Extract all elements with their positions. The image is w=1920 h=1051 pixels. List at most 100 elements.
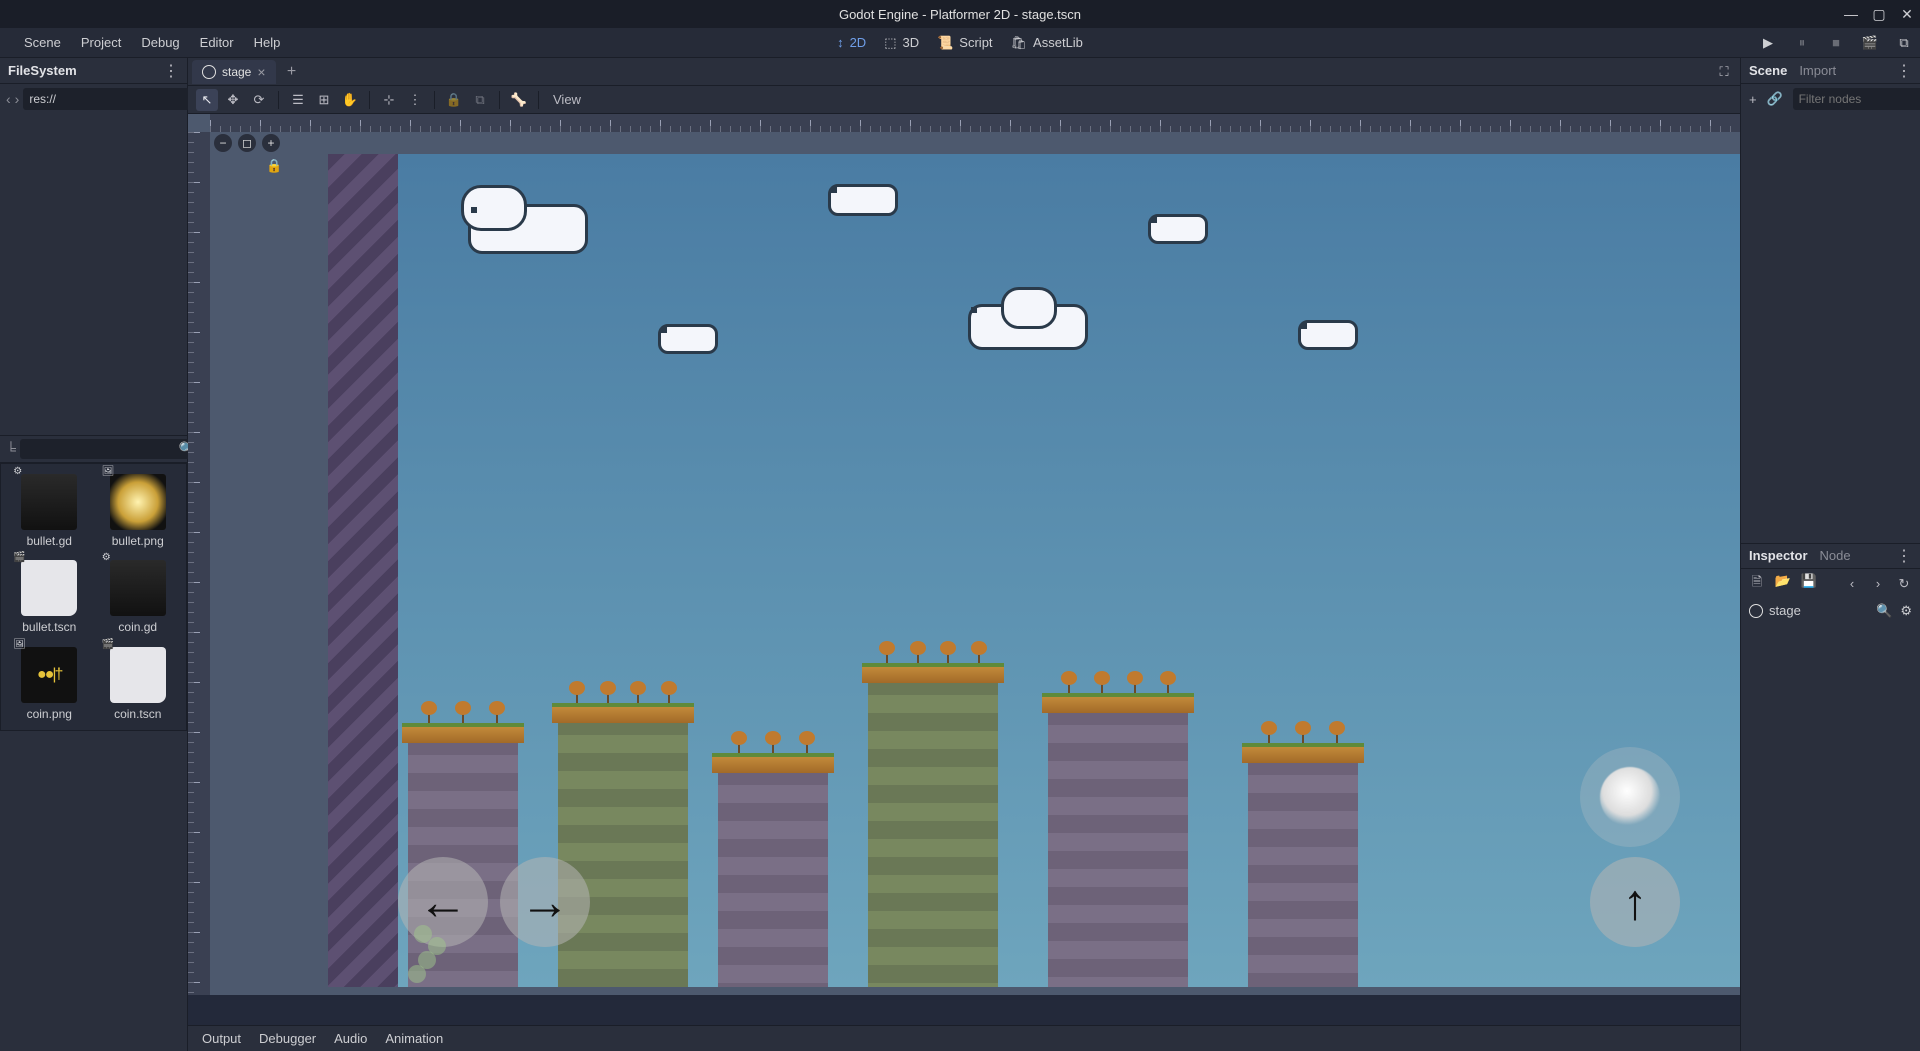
fs-forward-button[interactable]: › [15,90,20,108]
zoom-controls: − ◻ + [214,134,280,152]
workspace-2d-button[interactable]: ↕ 2D [837,35,866,50]
play-button[interactable]: ▶ [1760,35,1776,51]
bottom-tab-debugger[interactable]: Debugger [259,1031,316,1046]
play-custom-scene-button[interactable]: ⧉ [1896,35,1912,51]
snap2-icon[interactable]: ⊞ [313,89,335,111]
inspector-resource-new-icon[interactable]: 🗎 [1749,573,1765,595]
cloud-sprite [1298,320,1358,350]
inspector-dock-menu-icon[interactable]: ⋮ [1896,546,1912,566]
arrow-left-icon: ← [418,873,468,931]
cube-icon: ⬚ [884,35,896,51]
scene-dock-menu-icon[interactable]: ⋮ [1896,61,1912,81]
zoom-out-button[interactable]: − [214,134,232,152]
inspector-history-back-icon[interactable]: ‹ [1844,576,1860,592]
workspace-assetlib-button[interactable]: 🛍 AssetLib [1011,35,1083,51]
file-label: coin.tscn [114,707,161,721]
arrow-right-icon: → [520,873,570,931]
scene-tree[interactable] [1741,114,1920,543]
file-item[interactable]: 🎬 coin.tscn [96,643,181,724]
stop-button[interactable]: ■ [1828,35,1844,51]
menu-project[interactable]: Project [71,35,131,50]
node2d-icon [1749,604,1763,618]
view-menu-button[interactable]: View [547,92,587,107]
terrain-pillar [718,767,828,987]
window-minimize-button[interactable]: — [1844,7,1858,21]
import-dock-tab[interactable]: Import [1799,63,1836,78]
add-scene-tab-button[interactable]: + [280,63,304,81]
group-icon[interactable]: ⧉ [469,89,491,111]
bottom-tab-animation[interactable]: Animation [385,1031,443,1046]
node2d-icon [202,65,216,79]
inspector-resource-load-icon[interactable]: 📂 [1775,573,1791,595]
fs-back-button[interactable]: ‹ [6,90,11,108]
scene-tab-stage[interactable]: stage × [192,60,276,84]
filesystem-dock-menu-icon[interactable]: ⋮ [163,61,179,81]
pause-button[interactable]: ⏸ [1794,35,1810,51]
cloud-sprite [1148,214,1208,244]
bottom-tab-audio[interactable]: Audio [334,1031,367,1046]
inspector-tools-icon[interactable]: ⚙ [1900,603,1912,619]
inspector-history-icon[interactable]: ↻ [1896,576,1912,592]
instance-scene-button[interactable]: 🔗 [1767,91,1783,107]
ruler-tool-icon[interactable]: ⊹ [378,89,400,111]
scene-tab-bar: stage × + ⛶ [188,58,1740,86]
playtest-controls: ▶ ⏸ ■ 🎬 ⧉ [1760,35,1912,51]
window-close-button[interactable]: ✕ [1900,7,1914,21]
zoom-reset-button[interactable]: ◻ [238,134,256,152]
inspector-body[interactable] [1741,623,1920,1051]
canvas-lock-icon: 🔒 [266,158,282,174]
zoom-in-button[interactable]: + [262,134,280,152]
fs-search-input[interactable] [20,439,199,459]
fs-tree-mode-icon[interactable]: ╘ [6,440,16,458]
list-select-icon[interactable]: ☰ [287,89,309,111]
fs-path-input[interactable] [23,88,190,110]
toolbar-separator [369,91,370,109]
window-maximize-button[interactable]: ▢ [1872,7,1886,21]
add-node-button[interactable]: + [1749,92,1757,107]
file-item[interactable]: ⚙ bullet.gd [7,470,92,551]
file-thumb-script-icon: ⚙ [21,474,77,530]
fs-file-grid: ⚙ bullet.gd 🖼 bullet.png 🎬 bullet.tscn ⚙… [0,463,187,731]
bottom-tab-output[interactable]: Output [202,1031,241,1046]
file-label: coin.png [27,707,72,721]
inspector-history-fwd-icon[interactable]: › [1870,576,1886,592]
menu-help[interactable]: Help [244,35,291,50]
inspector-resource-save-icon[interactable]: 💾 [1801,573,1817,595]
bone-tool-icon[interactable]: 🦴 [508,89,530,111]
file-item[interactable]: ⚙ coin.gd [96,556,181,637]
rotate-tool-icon[interactable]: ⟳ [248,89,270,111]
close-icon[interactable]: × [257,64,265,80]
scene-dock-tab[interactable]: Scene [1749,63,1787,78]
file-item[interactable]: 🖼 bullet.png [96,470,181,551]
package-icon: 🛍 [1011,35,1028,51]
file-thumb-scene-icon: 🎬 [21,560,77,616]
node-dock-tab[interactable]: Node [1820,548,1851,563]
workspace-script-button[interactable]: 📜 Script [937,35,992,51]
file-thumb-image-icon: ●●|†🖼 [21,647,77,703]
menu-scene[interactable]: Scene [14,35,71,50]
select-tool-icon[interactable]: ↖ [196,89,218,111]
file-label: bullet.gd [27,534,72,548]
file-item[interactable]: ●●|†🖼 coin.png [7,643,92,724]
menu-debug[interactable]: Debug [131,35,189,50]
file-item[interactable]: 🎬 bullet.tscn [7,556,92,637]
touch-left-button: ← [398,857,488,947]
snap-options-icon[interactable]: ⋮ [404,89,426,111]
inspector-dock-tab[interactable]: Inspector [1749,548,1808,563]
distraction-free-button[interactable]: ⛶ [1712,64,1736,80]
move-tool-icon[interactable]: ✥ [222,89,244,111]
inspector-search-icon[interactable]: 🔍 [1876,603,1892,619]
fs-tree-area[interactable] [0,114,187,435]
terrain-pillar [1048,707,1188,987]
pan-tool-icon[interactable]: ✋ [339,89,361,111]
workspace-3d-button[interactable]: ⬚ 3D [884,35,919,51]
menu-editor[interactable]: Editor [190,35,244,50]
scene-filter-input[interactable] [1793,88,1920,110]
play-scene-button[interactable]: 🎬 [1862,35,1878,51]
inspector-object-name: stage [1769,603,1801,618]
panel-divider[interactable] [188,995,1740,1025]
window-titlebar: Godot Engine - Platformer 2D - stage.tsc… [0,0,1920,28]
lock-icon[interactable]: 🔒 [443,89,465,111]
inspector-object-row[interactable]: stage 🔍 ⚙ [1741,599,1920,623]
canvas-viewport[interactable]: − ◻ + 🔒 ← [188,114,1740,995]
